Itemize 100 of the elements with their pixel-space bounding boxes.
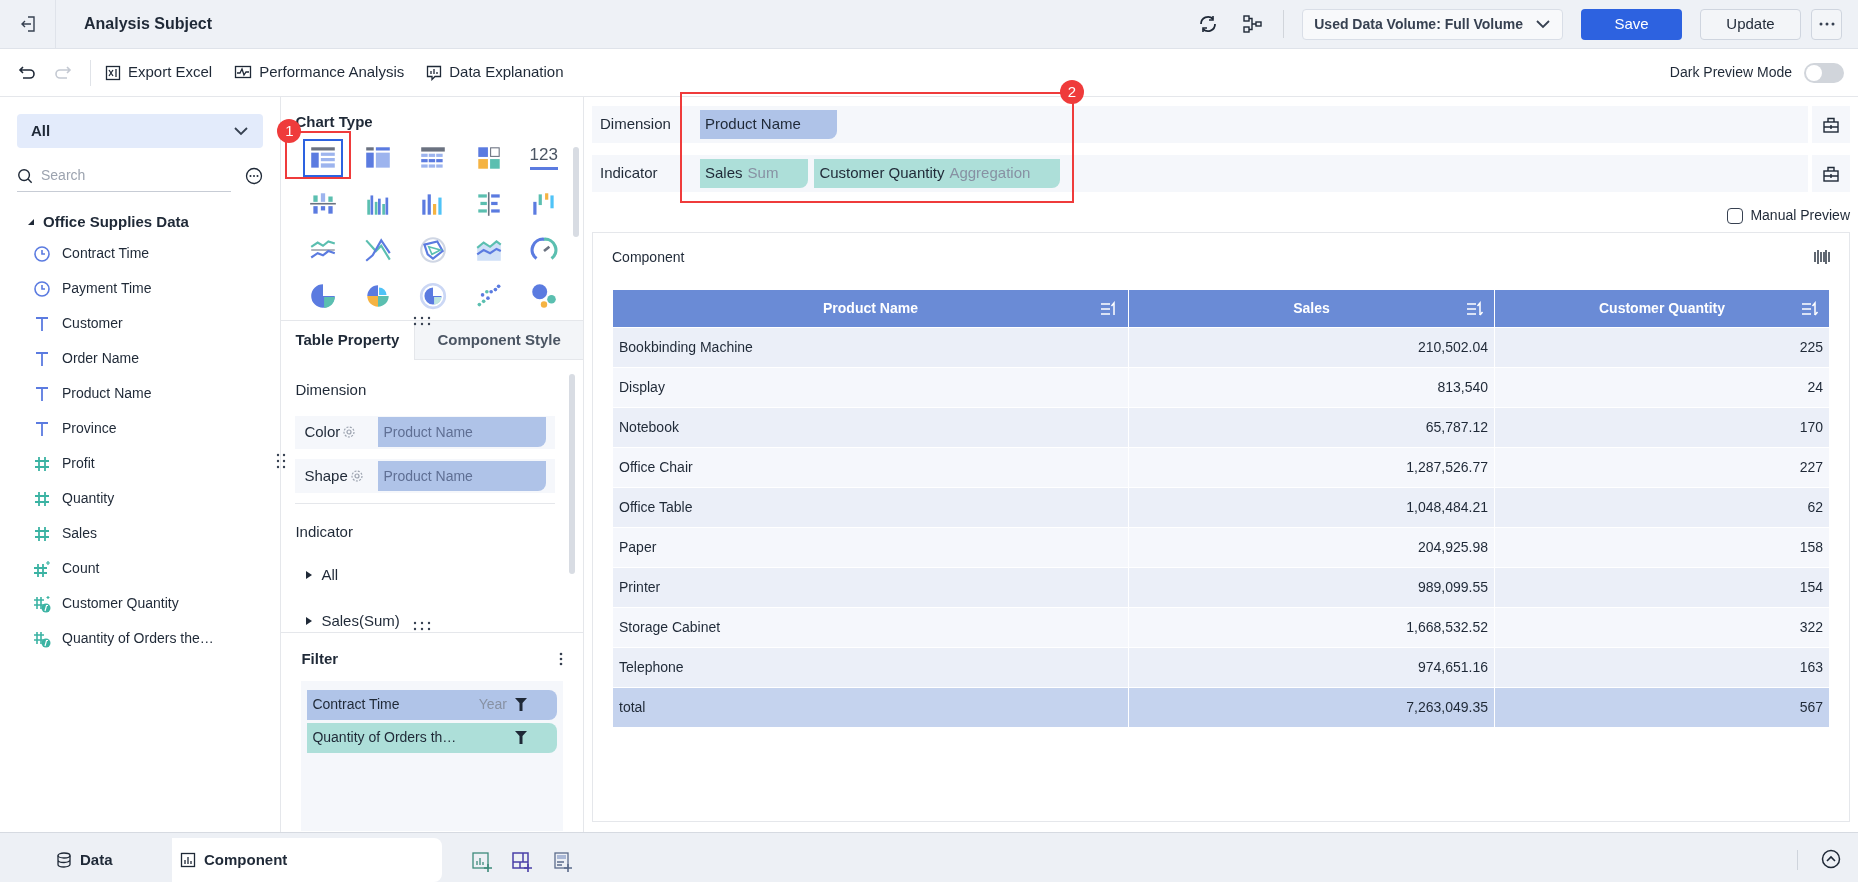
- bottom-tab[interactable]: Component: [172, 838, 442, 882]
- dark-preview-switch[interactable]: [1804, 62, 1844, 83]
- table-cell: Telephone: [612, 647, 1129, 688]
- field-item[interactable]: Province: [17, 411, 264, 446]
- add-page-icon[interactable]: [552, 852, 572, 872]
- tree-folder[interactable]: Office Supplies Data: [17, 208, 264, 236]
- sort-icon[interactable]: [1801, 301, 1819, 317]
- chart-type-option[interactable]: 123: [523, 138, 564, 177]
- filter-chip[interactable]: Contract Time Year: [307, 689, 557, 720]
- more-icon[interactable]: [559, 652, 563, 667]
- add-chart-icon[interactable]: [472, 852, 492, 872]
- property-label: Color: [304, 422, 341, 443]
- text-type-icon: [33, 384, 51, 403]
- table-cell: 1,287,526.77: [1128, 447, 1495, 488]
- chevron-up-icon: [1821, 849, 1841, 869]
- sort-icon[interactable]: [1100, 301, 1118, 317]
- export-excel-button[interactable]: Export Excel: [105, 61, 213, 84]
- table-cell: 163: [1494, 647, 1830, 688]
- table-cell: 989,099.55: [1128, 567, 1495, 608]
- bottom-tab[interactable]: Data: [56, 838, 128, 882]
- caret-icon: [305, 615, 314, 626]
- formula-hash-icon: [33, 594, 51, 613]
- field-item[interactable]: Order Name: [17, 341, 264, 376]
- barcode-icon[interactable]: [1814, 250, 1830, 264]
- drop-field[interactable]: Product Name: [378, 460, 547, 491]
- table-cell: 170: [1494, 407, 1830, 448]
- field-chip[interactable]: Customer Quantity Aggregation: [814, 159, 1061, 188]
- save-button[interactable]: Save: [1581, 8, 1682, 40]
- table-cell: Printer: [612, 567, 1129, 608]
- table-cell: 227: [1494, 447, 1830, 488]
- table-cell: Paper: [612, 527, 1129, 568]
- field-settings-button[interactable]: [1812, 155, 1850, 192]
- table-cell: Office Table: [612, 487, 1129, 528]
- collapse-button[interactable]: [1820, 848, 1842, 870]
- caret-icon: [305, 570, 314, 581]
- table-cell: 158: [1494, 527, 1830, 568]
- table-cell: 225: [1494, 327, 1830, 368]
- pulse-icon: [234, 64, 253, 81]
- clock-icon: [33, 279, 51, 298]
- data-volume-dropdown[interactable]: Used Data Volume: Full Volume: [1302, 8, 1563, 40]
- excel-icon: [105, 64, 121, 81]
- gear-icon[interactable]: [342, 425, 357, 440]
- field-item[interactable]: Sales: [17, 516, 264, 551]
- search-icon: [17, 166, 33, 185]
- field-item[interactable]: Count: [17, 551, 264, 586]
- table-cell: 62: [1494, 487, 1830, 528]
- radar-chart-icon: [418, 234, 449, 265]
- filter-icon[interactable]: [515, 731, 527, 744]
- indicator-item[interactable]: All: [295, 564, 556, 587]
- field-chip[interactable]: Product Name: [700, 110, 837, 139]
- field-settings-button[interactable]: [1812, 106, 1850, 143]
- field-item[interactable]: Customer: [17, 306, 264, 341]
- dark-preview-label: Dark Preview Mode: [1669, 63, 1792, 82]
- indicator-item[interactable]: Sales(Sum): [295, 609, 556, 632]
- field-item[interactable]: Payment Time: [17, 271, 264, 306]
- property-tab[interactable]: Component Style: [414, 321, 583, 360]
- formula-hash-icon: [33, 629, 51, 648]
- search-field[interactable]: Search: [41, 165, 232, 186]
- toolbox-icon: [1822, 115, 1840, 134]
- field-item[interactable]: Product Name: [17, 376, 264, 411]
- data-filter-dropdown[interactable]: All: [17, 114, 264, 148]
- add-layout-icon[interactable]: [512, 852, 532, 872]
- property-label: Shape: [304, 465, 348, 486]
- data-explanation-button[interactable]: Data Explanation: [426, 61, 564, 84]
- filter-chip[interactable]: Quantity of Orders th…: [307, 722, 557, 753]
- chart-comment-icon: [426, 64, 443, 81]
- page-title: Analysis Subject: [84, 14, 213, 34]
- sort-icon[interactable]: [1466, 301, 1484, 317]
- hash-icon: [33, 489, 51, 508]
- field-item[interactable]: Contract Time: [17, 236, 264, 271]
- chevron-down-icon: [1535, 19, 1551, 29]
- hash-icon: [33, 454, 51, 473]
- total-cell: 567: [1494, 687, 1830, 728]
- update-button[interactable]: Update: [1700, 8, 1801, 40]
- more-icon: [1818, 22, 1835, 26]
- total-cell: 7,263,049.35: [1128, 687, 1495, 728]
- donut-chart-icon: [418, 280, 449, 311]
- drag-handle-icon[interactable]: [412, 621, 433, 631]
- drop-field[interactable]: Product Name: [378, 417, 547, 448]
- field-chip[interactable]: Sales Sum: [700, 159, 809, 188]
- filter-icon[interactable]: [515, 698, 527, 711]
- section-title: Chart Type: [295, 112, 374, 132]
- table-cell: 813,540: [1128, 367, 1495, 408]
- table-cell: 1,668,532.52: [1128, 607, 1495, 648]
- table-cell: 154: [1494, 567, 1830, 608]
- section-label: Dimension: [295, 380, 368, 400]
- field-item[interactable]: Profit: [17, 446, 264, 481]
- field-item[interactable]: Quantity: [17, 481, 264, 516]
- table-cell: Notebook: [612, 407, 1129, 448]
- table-cell: 24: [1494, 367, 1830, 408]
- manual-preview-checkbox[interactable]: Manual Preview: [1727, 205, 1850, 226]
- gear-icon[interactable]: [349, 468, 364, 483]
- drag-handle-icon[interactable]: [276, 452, 287, 470]
- performance-analysis-button[interactable]: Performance Analysis: [234, 61, 405, 84]
- more-icon[interactable]: [245, 167, 264, 185]
- table-cell: 322: [1494, 607, 1830, 648]
- field-item[interactable]: Customer Quantity: [17, 586, 264, 621]
- field-item[interactable]: Quantity of Orders the…: [17, 621, 264, 656]
- table-cell: 210,502.04: [1128, 327, 1495, 368]
- chart-type-option[interactable]: [303, 138, 343, 177]
